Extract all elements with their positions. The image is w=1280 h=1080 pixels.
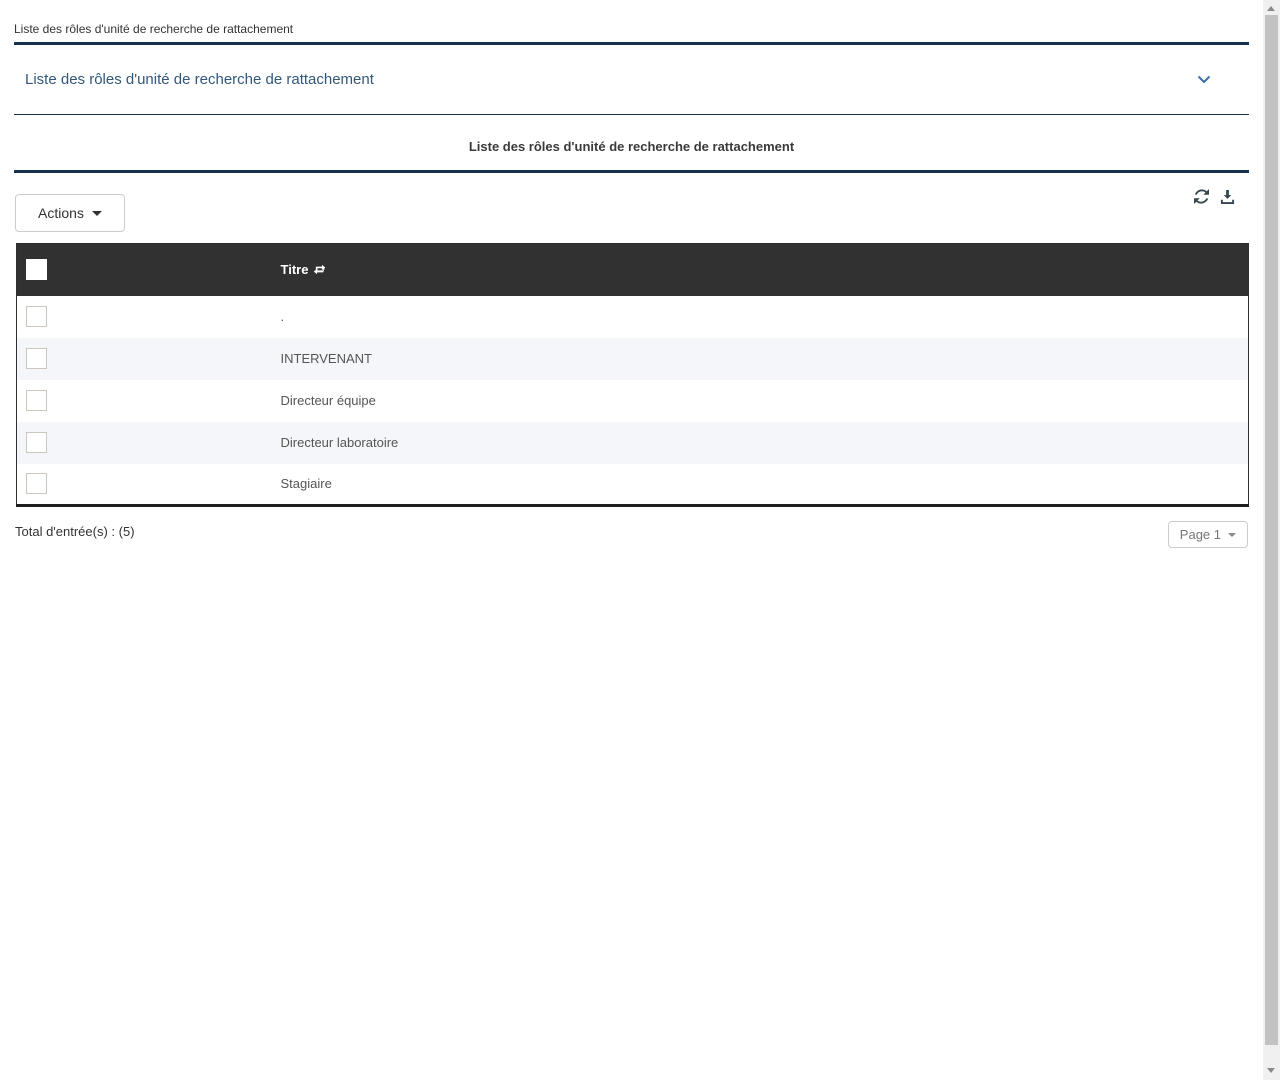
select-all-header-cell [17, 244, 272, 296]
page-content: Liste des rôles d'unité de recherche de … [0, 0, 1263, 548]
vertical-scrollbar[interactable] [1263, 0, 1280, 1080]
table-row[interactable]: INTERVENANT [17, 338, 1249, 380]
row-checkbox-cell [17, 338, 272, 380]
panel-title: Liste des rôles d'unité de recherche de … [14, 71, 374, 88]
refresh-icon[interactable] [1194, 189, 1209, 204]
row-title: Stagiaire [272, 464, 1249, 506]
scroll-up-icon[interactable] [1267, 6, 1275, 11]
roles-table: Titre . INTERVENANT [16, 243, 1249, 507]
row-title: INTERVENANT [272, 338, 1249, 380]
row-checkbox-cell [17, 380, 272, 422]
scrollbar-thumb[interactable] [1265, 15, 1278, 1045]
row-title: Directeur équipe [272, 380, 1249, 422]
table-body: . INTERVENANT Directeur équipe Directeur… [17, 296, 1249, 506]
table-row[interactable]: Directeur laboratoire [17, 422, 1249, 464]
row-checkbox-cell [17, 422, 272, 464]
row-checkbox-cell [17, 464, 272, 506]
scroll-down-icon[interactable] [1267, 1068, 1275, 1073]
page-selector[interactable]: Page 1 [1168, 521, 1248, 548]
page-selector-label: Page 1 [1180, 527, 1221, 542]
total-entries-label: Total d'entrée(s) : (5) [15, 521, 135, 539]
table-header: Titre [17, 244, 1249, 296]
table-row[interactable]: Stagiaire [17, 464, 1249, 506]
breadcrumb: Liste des rôles d'unité de recherche de … [14, 0, 1249, 45]
row-title: . [272, 296, 1249, 338]
select-all-checkbox[interactable] [26, 259, 47, 280]
actions-button-label: Actions [38, 205, 84, 221]
table-row[interactable]: . [17, 296, 1249, 338]
chevron-down-icon [1197, 71, 1211, 89]
download-icon[interactable] [1220, 189, 1235, 204]
row-checkbox-cell [17, 296, 272, 338]
row-checkbox[interactable] [26, 432, 47, 453]
row-checkbox[interactable] [26, 390, 47, 411]
page-caret-icon [1228, 533, 1236, 537]
panel-header: Liste des rôles d'unité de recherche de … [14, 45, 1249, 115]
row-checkbox[interactable] [26, 473, 47, 494]
row-checkbox[interactable] [26, 348, 47, 369]
sort-icon[interactable] [313, 263, 326, 276]
panel-collapse-toggle[interactable] [1197, 71, 1211, 89]
caret-down-icon [92, 211, 102, 216]
table-header-row: Titre [17, 244, 1249, 296]
row-checkbox[interactable] [26, 306, 47, 327]
table-footer: Total d'entrée(s) : (5) Page 1 [15, 521, 1248, 548]
toolbar: Actions [15, 173, 1248, 243]
table-row[interactable]: Directeur équipe [17, 380, 1249, 422]
actions-button[interactable]: Actions [15, 194, 125, 232]
titre-column-header[interactable]: Titre [272, 244, 1249, 296]
row-title: Directeur laboratoire [272, 422, 1249, 464]
toolbar-icons [1194, 189, 1235, 204]
table-title: Liste des rôles d'unité de recherche de … [14, 115, 1249, 173]
titre-column-label: Titre [281, 262, 309, 277]
